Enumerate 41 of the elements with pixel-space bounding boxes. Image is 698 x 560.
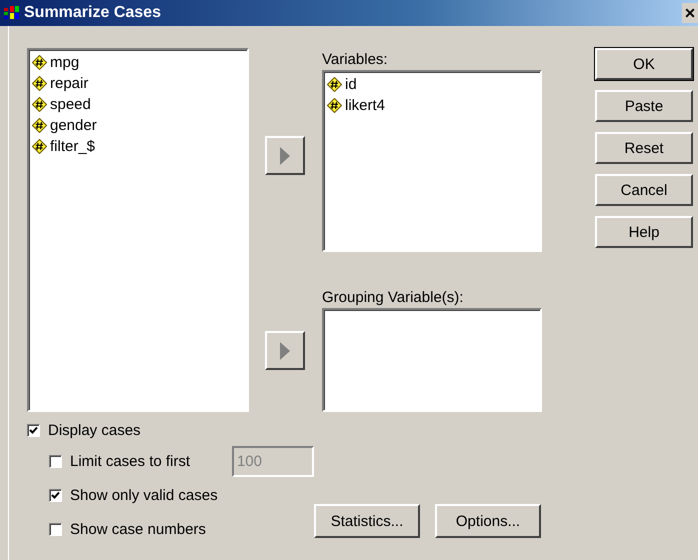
checkbox-label: Limit cases to first — [70, 452, 192, 470]
list-item[interactable]: mpg — [50, 54, 80, 71]
numeric-variable-icon — [32, 97, 47, 112]
checkbox-label: Show only valid cases — [70, 486, 219, 504]
variables-list[interactable]: id likert4 — [322, 70, 542, 252]
dialog-button[interactable]: Help — [595, 216, 693, 248]
grouping-label: Grouping Variable(s): — [322, 288, 464, 308]
dialog-button[interactable]: Statistics... — [314, 504, 420, 538]
dialog-button[interactable]: Cancel — [595, 174, 693, 206]
app-icon — [4, 6, 20, 20]
dialog-button[interactable]: Reset — [595, 132, 693, 164]
triangle-icon — [279, 340, 291, 360]
move-arrow-button[interactable] — [265, 331, 305, 370]
numeric-variable-icon — [32, 139, 47, 154]
checkbox-label: Display cases — [48, 422, 141, 438]
dialog-button[interactable]: Options... — [435, 504, 541, 538]
dialog-button[interactable]: Paste — [595, 90, 693, 122]
numeric-variable-icon — [327, 77, 342, 92]
checkbox[interactable] — [49, 488, 62, 502]
list-item[interactable]: gender — [50, 117, 97, 134]
source-variable-list[interactable]: mpg repair speed gender filter_$ — [27, 48, 249, 412]
triangle-icon — [279, 146, 291, 166]
list-item[interactable]: repair — [50, 75, 88, 92]
list-item[interactable]: filter_$ — [50, 138, 96, 155]
close-button[interactable]: × — [682, 3, 698, 23]
window-title: Summarize Cases — [24, 4, 162, 22]
numeric-variable-icon — [32, 76, 47, 91]
checkbox-label: Show case numbers — [70, 520, 207, 538]
grouping-variables-list[interactable] — [322, 308, 542, 412]
numeric-variable-icon — [32, 118, 47, 133]
move-arrow-button[interactable] — [265, 136, 305, 175]
numeric-variable-icon — [327, 98, 342, 113]
checkbox[interactable] — [49, 522, 62, 536]
checkbox[interactable] — [27, 424, 40, 436]
variables-label: Variables: — [322, 50, 389, 70]
checkbox[interactable] — [49, 454, 62, 468]
list-item[interactable]: likert4 — [345, 97, 386, 114]
numeric-variable-icon — [32, 55, 47, 70]
list-item[interactable]: speed — [50, 96, 91, 113]
list-item[interactable]: id — [345, 76, 357, 93]
dialog-button[interactable]: OK — [595, 48, 693, 80]
